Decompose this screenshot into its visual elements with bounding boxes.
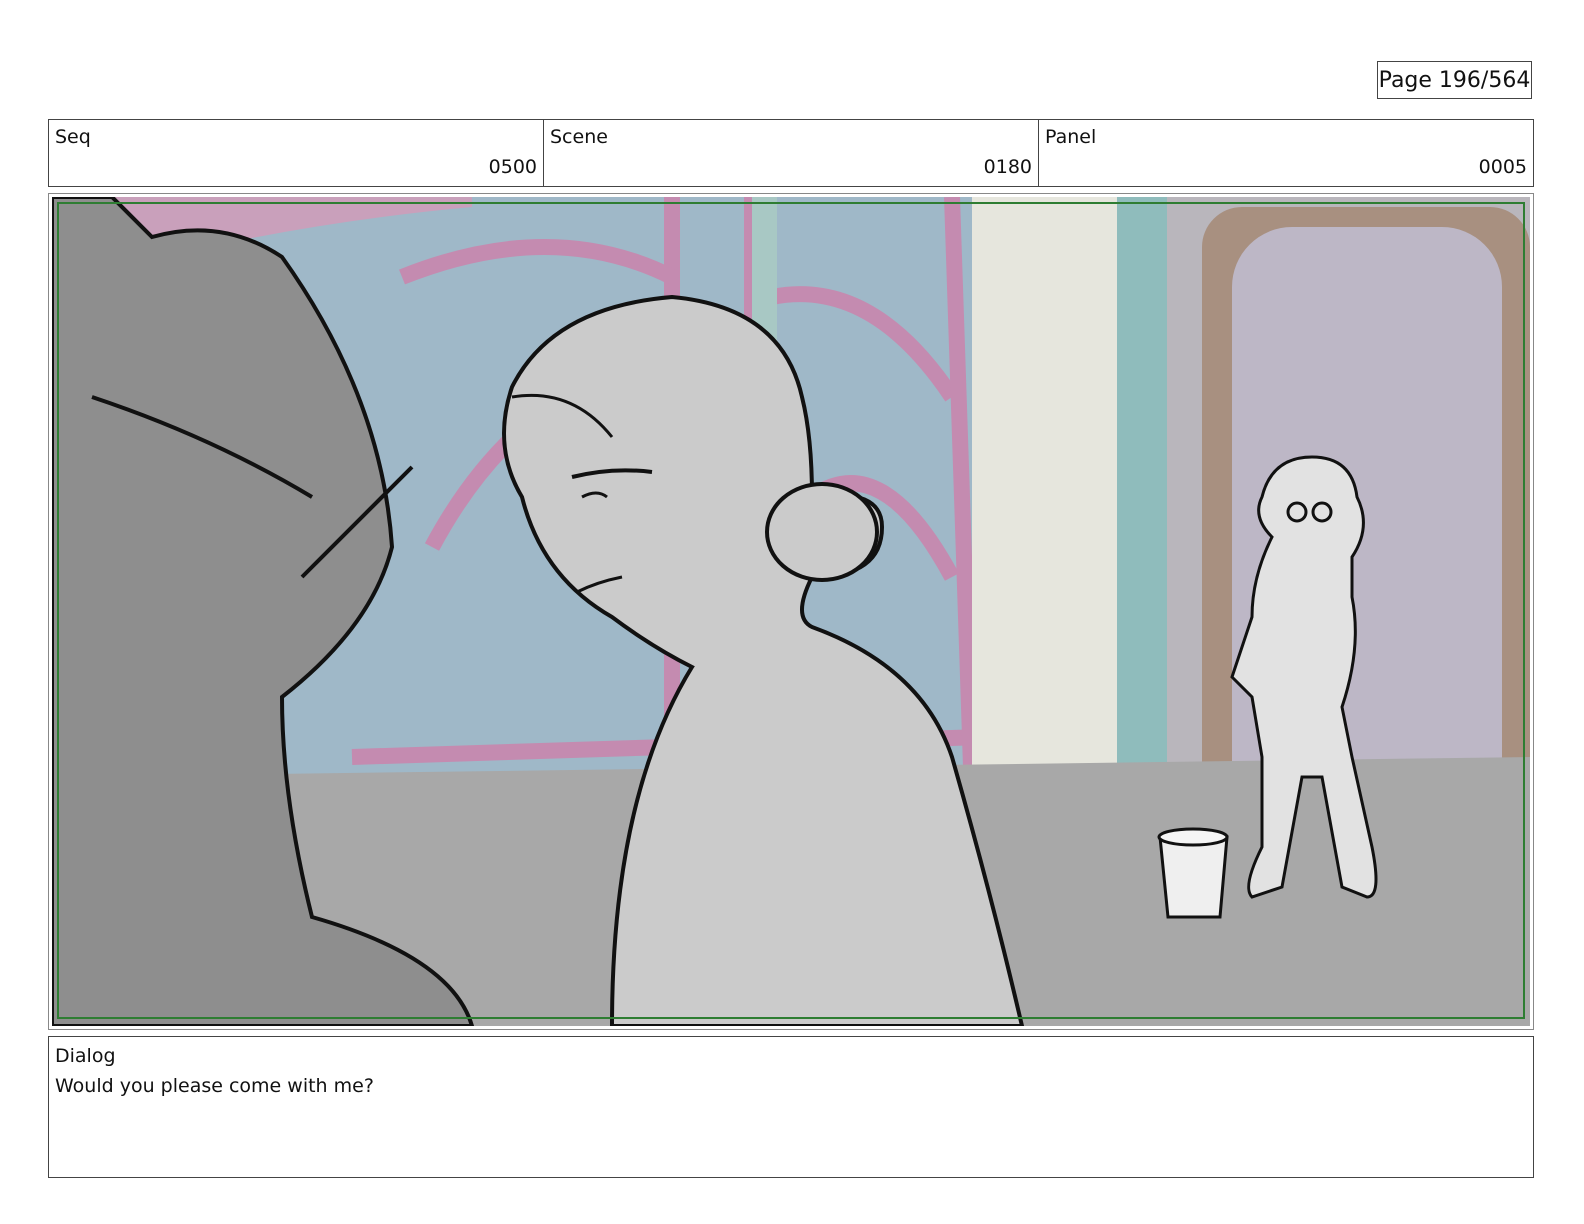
scene-cell: Scene 0180 <box>544 120 1039 186</box>
panel-header: Seq 0500 Scene 0180 Panel 0005 <box>48 119 1534 187</box>
dialog-label: Dialog <box>55 1045 116 1067</box>
panel-value: 0005 <box>1478 156 1527 178</box>
panel-label: Panel <box>1045 126 1097 148</box>
seq-value: 0500 <box>488 156 537 178</box>
seq-cell: Seq 0500 <box>49 120 544 186</box>
scene-label: Scene <box>550 126 608 148</box>
panel-cell: Panel 0005 <box>1039 120 1533 186</box>
scene-value: 0180 <box>983 156 1032 178</box>
storyboard-drawing <box>52 197 1530 1026</box>
dialog-box: Dialog Would you please come with me? <box>48 1036 1534 1178</box>
dialog-text: Would you please come with me? <box>55 1075 374 1097</box>
storyboard-panel <box>48 193 1534 1030</box>
page-number: Page 196/564 <box>1377 61 1532 99</box>
seq-label: Seq <box>55 126 91 148</box>
